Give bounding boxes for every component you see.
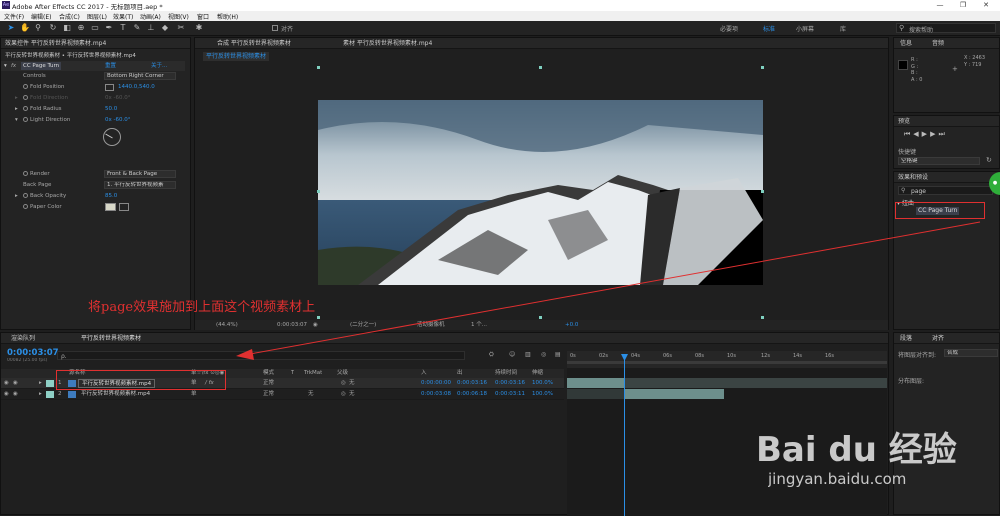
baidu-watermark-logo: Bai du 经验 [756,430,957,470]
baidu-watermark-url: jingyan.baidu.com [768,470,907,488]
arrow-head [236,349,254,360]
arrow-line [249,221,981,355]
